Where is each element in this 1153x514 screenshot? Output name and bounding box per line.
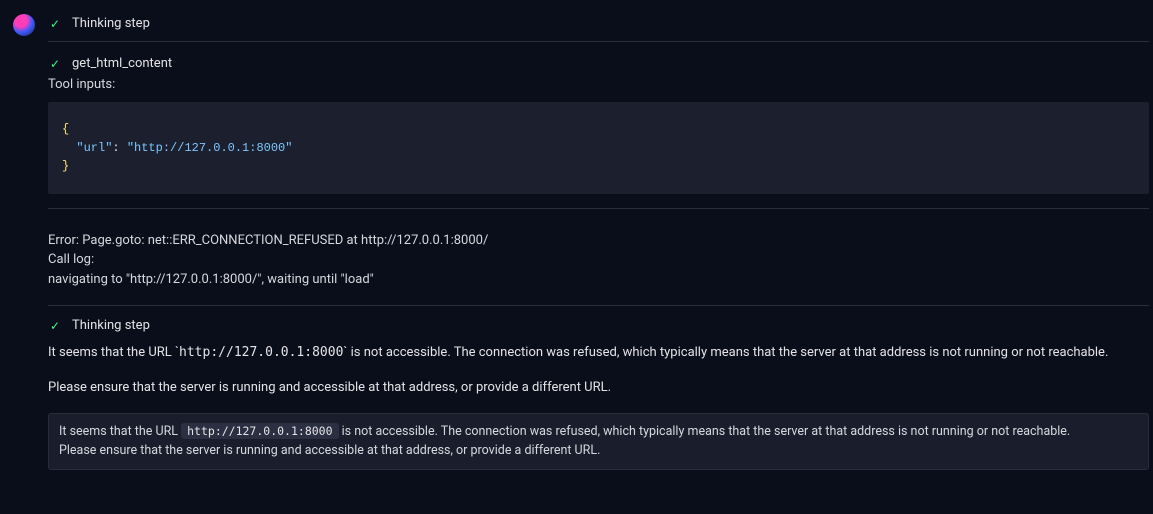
summary-box: It seems that the URL http://127.0.0.1:8… [48, 413, 1149, 470]
summary-line-2: Please ensure that the server is running… [59, 441, 1138, 460]
thinking-step-row[interactable]: ✓ Thinking step [48, 12, 1149, 42]
inline-code-url: http://127.0.0.1:8000 [179, 345, 343, 360]
avatar-column [0, 12, 48, 470]
spacer [48, 364, 1149, 378]
code-brace-close: } [62, 159, 69, 173]
assistant-avatar [13, 14, 35, 36]
check-icon: ✓ [48, 319, 62, 333]
summary-l1b: is not accessible. The connection was re… [339, 424, 1071, 439]
check-icon: ✓ [48, 17, 62, 31]
code-colon: : [112, 141, 126, 155]
summary-url-chip: http://127.0.0.1:8000 [181, 423, 338, 439]
thinking-step-row-2[interactable]: ✓ Thinking step [48, 306, 1149, 343]
error-line-2: Call log: [48, 250, 1149, 270]
tool-inputs-label: Tool inputs: [48, 75, 1149, 102]
error-line-3: navigating to "http://127.0.0.1:8000/", … [48, 270, 1149, 290]
tool-inputs-code: { "url": "http://127.0.0.1:8000" } [48, 102, 1149, 194]
explanation-p1b: ` is not accessible. The connection was … [343, 345, 1108, 360]
tool-call-row[interactable]: ✓ get_html_content [48, 52, 1149, 75]
code-value: "http://127.0.0.1:8000" [127, 141, 293, 155]
explanation-p1a: It seems that the URL ` [48, 345, 179, 360]
chat-message: ✓ Thinking step ✓ get_html_content Tool … [0, 0, 1153, 470]
summary-line-1: It seems that the URL http://127.0.0.1:8… [59, 422, 1138, 441]
tool-error-output: Error: Page.goto: net::ERR_CONNECTION_RE… [48, 209, 1149, 307]
assistant-explanation: It seems that the URL `http://127.0.0.1:… [48, 343, 1149, 413]
check-icon: ✓ [48, 57, 62, 71]
tool-call-section: ✓ get_html_content Tool inputs: { "url":… [48, 42, 1149, 470]
code-brace-open: { [62, 122, 69, 136]
step-label: Thinking step [72, 16, 150, 31]
explanation-p1: It seems that the URL `http://127.0.0.1:… [48, 343, 1149, 364]
code-key: "url" [76, 141, 112, 155]
explanation-p2: Please ensure that the server is running… [48, 378, 1149, 399]
message-content: ✓ Thinking step ✓ get_html_content Tool … [48, 12, 1153, 470]
tool-name: get_html_content [72, 56, 172, 71]
step-label: Thinking step [72, 318, 150, 333]
summary-l1a: It seems that the URL [59, 424, 181, 439]
error-line-1: Error: Page.goto: net::ERR_CONNECTION_RE… [48, 231, 1149, 251]
